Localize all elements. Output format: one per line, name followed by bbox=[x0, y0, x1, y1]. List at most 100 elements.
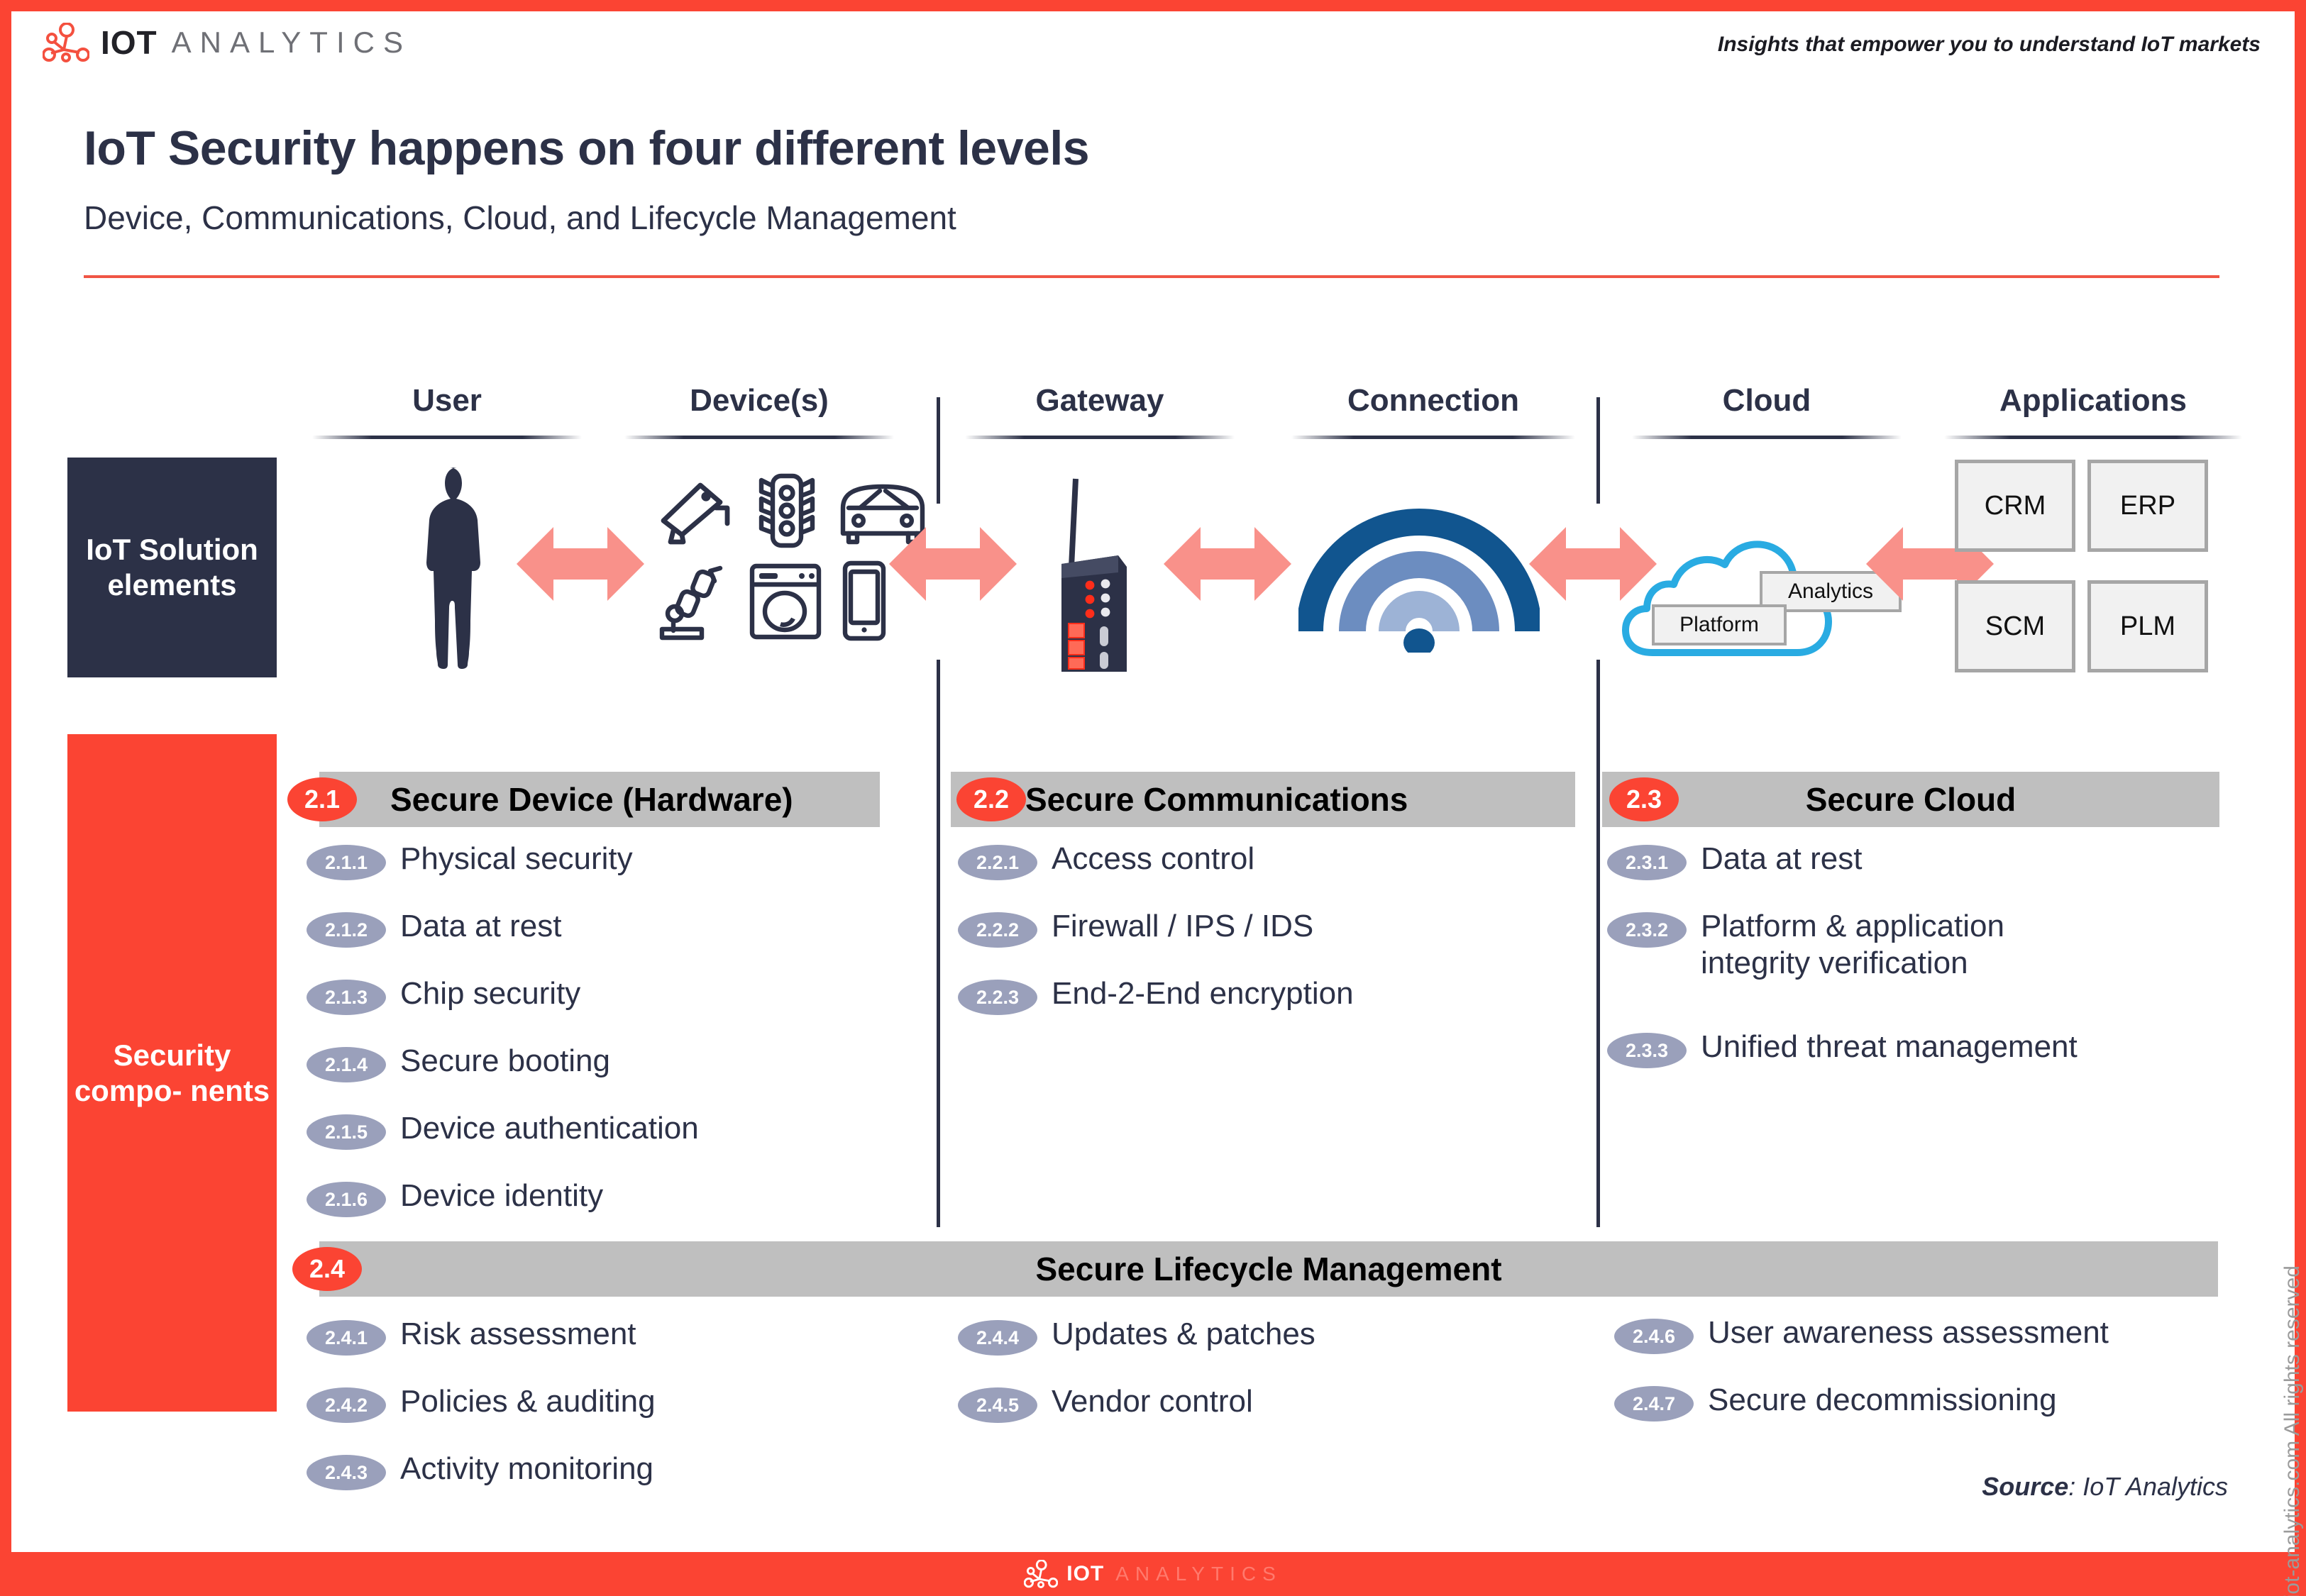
list-item: 2.1.6 Device identity bbox=[307, 1177, 603, 1217]
item-label-2-4-4: Updates & patches bbox=[1052, 1317, 1315, 1351]
footer-logo-primary: IOT bbox=[1066, 1562, 1105, 1585]
wireless-signal-icon bbox=[1298, 509, 1540, 653]
item-label-2-2-1: Access control bbox=[1052, 841, 1255, 876]
list-item: 2.1.3 Chip security bbox=[307, 975, 580, 1015]
item-pill-2-3-3: 2.3.3 bbox=[1607, 1033, 1687, 1068]
item-pill-2-3-2: 2.3.2 bbox=[1607, 912, 1687, 948]
column-rule-gateway bbox=[965, 436, 1235, 439]
brand-bar: IOT ANALYTICS Insights that empower you … bbox=[11, 11, 2295, 74]
section-header-secure-communications: Secure Communications bbox=[951, 772, 1575, 827]
vertical-separator-cloud-bottom bbox=[1596, 660, 1600, 1227]
footer-logo-secondary: ANALYTICS bbox=[1115, 1563, 1282, 1585]
item-pill-2-4-4: 2.4.4 bbox=[958, 1320, 1037, 1356]
item-pill-2-4-3: 2.4.3 bbox=[307, 1455, 386, 1490]
list-item: 2.3.2 Platform & application integrity v… bbox=[1607, 908, 2004, 982]
item-label-2-3-3: Unified threat management bbox=[1701, 1029, 2078, 1064]
list-item: 2.4.4 Updates & patches bbox=[958, 1316, 1315, 1356]
section-header-secure-cloud: Secure Cloud bbox=[1602, 772, 2219, 827]
item-label-2-1-1: Physical security bbox=[400, 841, 633, 876]
item-pill-2-4-7: 2.4.7 bbox=[1614, 1386, 1694, 1422]
item-label-2-2-2: Firewall / IPS / IDS bbox=[1052, 909, 1314, 943]
column-rule-devices bbox=[624, 436, 894, 439]
list-item: 2.2.3 End-2-End encryption bbox=[958, 975, 1354, 1015]
person-silhouette-icon bbox=[426, 467, 480, 669]
item-pill-2-1-4: 2.1.4 bbox=[307, 1047, 386, 1082]
row-label-security-components: Security compo- nents bbox=[67, 734, 277, 1412]
source-prefix: Source bbox=[1982, 1472, 2069, 1501]
item-label-2-1-5: Device authentication bbox=[400, 1111, 699, 1146]
app-box-plm[interactable]: PLM bbox=[2087, 580, 2208, 672]
cloud-tag-analytics-label: Analytics bbox=[1787, 580, 1874, 603]
source-value: : IoT Analytics bbox=[2068, 1472, 2228, 1501]
list-item: 2.4.5 Vendor control bbox=[958, 1383, 1253, 1423]
section-badge-2-1: 2.1 bbox=[287, 777, 357, 821]
item-pill-2-1-1: 2.1.1 bbox=[307, 845, 386, 880]
column-rule-connection bbox=[1291, 436, 1575, 439]
page-title: IoT Security happens on four different l… bbox=[84, 121, 1090, 175]
section-badge-2-4-label: 2.4 bbox=[309, 1254, 346, 1283]
brand-tagline: Insights that empower you to understand … bbox=[1717, 33, 2261, 56]
brand-name-secondary: ANALYTICS bbox=[171, 26, 412, 59]
item-pill-2-1-6: 2.1.6 bbox=[307, 1182, 386, 1217]
copyright-note: Copyright © 2017 by www.iot-analytics.co… bbox=[2280, 1265, 2304, 1596]
footer-brand-logo: IOT ANALYTICS bbox=[0, 1552, 2306, 1596]
section-title-secure-communications: Secure Communications bbox=[1025, 781, 1408, 818]
row-label-security-text: Security compo- nents bbox=[74, 1038, 270, 1107]
list-item: 2.1.5 Device authentication bbox=[307, 1110, 699, 1150]
list-item: 2.4.6 User awareness assessment bbox=[1614, 1314, 2109, 1354]
robot-arm-icon bbox=[659, 565, 723, 641]
double-arrow-icon-gateway-connection bbox=[1164, 521, 1291, 606]
double-arrow-icon-device-gateway bbox=[889, 521, 1017, 606]
list-item: 2.4.7 Secure decommissioning bbox=[1614, 1382, 2057, 1422]
item-pill-2-2-1: 2.2.1 bbox=[958, 845, 1037, 880]
list-item: 2.2.2 Firewall / IPS / IDS bbox=[958, 908, 1313, 948]
section-badge-2-1-label: 2.1 bbox=[304, 785, 341, 814]
app-box-crm-label: CRM bbox=[1984, 490, 2046, 521]
column-header-cloud: Cloud bbox=[1722, 383, 1811, 418]
app-box-scm[interactable]: SCM bbox=[1955, 580, 2075, 672]
item-pill-2-2-3: 2.2.3 bbox=[958, 980, 1037, 1015]
vertical-separator-gateway-top bbox=[937, 397, 940, 504]
item-label-2-4-1: Risk assessment bbox=[400, 1317, 636, 1351]
item-pill-2-2-2: 2.2.2 bbox=[958, 912, 1037, 948]
item-label-2-4-3: Activity monitoring bbox=[400, 1451, 654, 1486]
item-label-2-4-6: User awareness assessment bbox=[1708, 1315, 2109, 1350]
item-pill-2-4-6: 2.4.6 bbox=[1614, 1319, 1694, 1354]
section-badge-2-3-label: 2.3 bbox=[1626, 785, 1662, 814]
frame-left-border bbox=[0, 0, 11, 1596]
item-pill-2-1-5: 2.1.5 bbox=[307, 1114, 386, 1150]
item-label-2-1-4: Secure booting bbox=[400, 1043, 610, 1078]
item-pill-2-4-5: 2.4.5 bbox=[958, 1387, 1037, 1423]
section-title-secure-cloud: Secure Cloud bbox=[1805, 781, 2017, 818]
section-badge-2-3: 2.3 bbox=[1609, 777, 1679, 821]
column-header-gateway: Gateway bbox=[1035, 383, 1164, 418]
app-box-scm-label: SCM bbox=[1985, 611, 2046, 641]
page-subtitle: Device, Communications, Cloud, and Lifec… bbox=[84, 199, 956, 236]
column-rule-user bbox=[312, 436, 582, 439]
gateway-router-icon bbox=[1061, 478, 1127, 672]
section-badge-2-2: 2.2 bbox=[956, 777, 1026, 821]
column-header-applications: Applications bbox=[1999, 383, 2188, 418]
section-badge-2-4: 2.4 bbox=[292, 1247, 362, 1291]
column-header-devices: Device(s) bbox=[690, 383, 829, 418]
double-arrow-icon-user-device bbox=[517, 521, 644, 606]
iot-network-logo-icon-footer bbox=[1024, 1560, 1059, 1588]
list-item: 2.1.1 Physical security bbox=[307, 841, 633, 880]
source-note: Source: IoT Analytics bbox=[1982, 1472, 2228, 1502]
vertical-separator-gateway-bottom bbox=[937, 660, 940, 1227]
list-item: 2.2.1 Access control bbox=[958, 841, 1254, 880]
infographic-page: IOT ANALYTICS Insights that empower you … bbox=[0, 0, 2306, 1596]
section-title-secure-device: Secure Device (Hardware) bbox=[390, 781, 793, 818]
item-label-2-3-1: Data at rest bbox=[1701, 841, 1863, 876]
item-label-2-4-5: Vendor control bbox=[1052, 1384, 1253, 1419]
section-title-secure-lifecycle: Secure Lifecycle Management bbox=[1035, 1251, 1502, 1287]
row-label-solution-text: IoT Solution elements bbox=[86, 533, 258, 602]
section-badge-2-2-label: 2.2 bbox=[973, 785, 1010, 814]
app-box-crm[interactable]: CRM bbox=[1955, 460, 2075, 552]
app-box-erp[interactable]: ERP bbox=[2087, 460, 2208, 552]
list-item: 2.1.4 Secure booting bbox=[307, 1043, 610, 1082]
vertical-separator-cloud-top bbox=[1596, 397, 1600, 504]
row-label-solution-elements: IoT Solution elements bbox=[67, 458, 277, 677]
traffic-light-icon bbox=[758, 473, 815, 548]
list-item: 2.3.1 Data at rest bbox=[1607, 841, 1862, 880]
